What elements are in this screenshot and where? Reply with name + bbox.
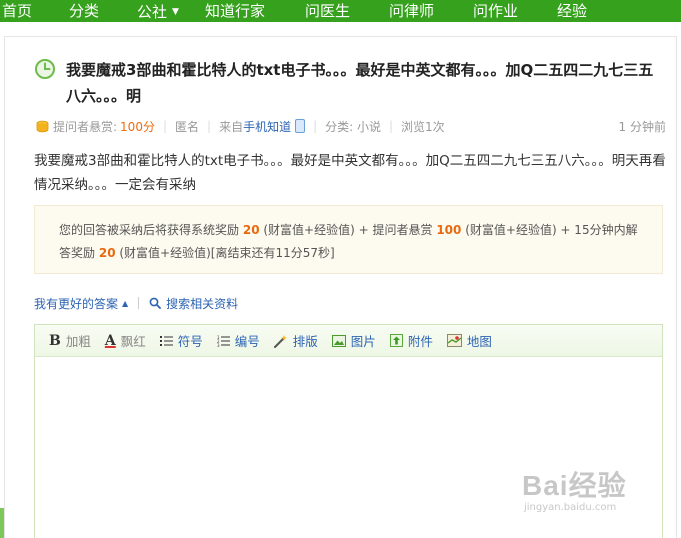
insert-image-button[interactable]: 图片 xyxy=(331,331,376,350)
attachment-button[interactable]: 附件 xyxy=(389,331,433,350)
nav-item-doctor[interactable]: 问医生 xyxy=(305,0,350,22)
divider xyxy=(138,297,140,309)
reward-text: (财富值+经验值) + 提问者悬赏 xyxy=(263,223,433,237)
nav-item-homework[interactable]: 问作业 xyxy=(473,0,518,22)
layout-label: 排版 xyxy=(292,334,318,349)
highlight-red-button[interactable]: A 飘红 xyxy=(105,331,146,350)
image-icon xyxy=(331,334,346,347)
watermark-logo: Bai经验 xyxy=(522,470,627,501)
top-nav: 首页 分类 公社 ▼ 知道行家 问医生 问律师 问作业 经验 xyxy=(0,0,681,22)
insert-image-label: 图片 xyxy=(350,334,376,349)
nav-label: 知道行家 xyxy=(205,2,266,20)
better-answer-toggle[interactable]: 我有更好的答案 ▲ xyxy=(34,295,128,312)
category-label[interactable]: 分类: 小说 xyxy=(325,118,381,135)
from-label: 来自 xyxy=(219,119,244,134)
reward-countdown: (财富值+经验值)[离结束还有11分57秒] xyxy=(119,246,335,260)
nav-item-experience[interactable]: 经验 xyxy=(557,0,587,22)
coin-icon xyxy=(36,120,49,132)
reward-label: 提问者悬赏: xyxy=(53,119,118,134)
chevron-down-icon: ▼ xyxy=(172,7,179,17)
anonymous-label: 匿名 xyxy=(175,119,200,134)
nav-item-experts[interactable]: 知道行家 xyxy=(205,0,265,22)
divider: | xyxy=(313,119,318,133)
nav-label: 问作业 xyxy=(473,2,519,20)
attachment-label: 附件 xyxy=(407,334,433,349)
reward-info-box: 您的回答被采纳后将获得系统奖励 20 (财富值+经验值) + 提问者悬赏 100… xyxy=(34,205,663,274)
reward-asker-value: 100 xyxy=(436,223,462,237)
numbered-list-button[interactable]: 123 编号 xyxy=(217,331,260,350)
reward-system-value: 20 xyxy=(242,223,260,237)
question-title: 我要魔戒3部曲和霍比特人的txt电子书。。。最好是中英文都有。。。加Q二五四二九… xyxy=(66,61,654,105)
bullet-list-icon xyxy=(159,335,173,347)
editor-toolbar: B 加粗 A 飘红 符号 123 编号 排版 图片 附件 地图 xyxy=(35,325,662,357)
post-time: 1 分钟前 xyxy=(618,119,666,134)
nav-label: 问医生 xyxy=(305,2,351,20)
search-related-link[interactable]: 搜索相关资料 xyxy=(149,295,238,312)
nav-label: 分类 xyxy=(69,2,100,20)
nav-label: 首页 xyxy=(2,2,33,20)
mobile-zhidao-link[interactable]: 手机知道 xyxy=(243,118,291,135)
nav-label: 公社 xyxy=(137,2,168,21)
bullet-list-button[interactable]: 符号 xyxy=(159,331,203,350)
highlight-red-label: 飘红 xyxy=(120,334,146,349)
bold-button[interactable]: B 加粗 xyxy=(49,331,91,350)
numbered-list-icon: 123 xyxy=(217,335,230,347)
baidu-jingyan-watermark: Bai经验 jingyan.baidu.com xyxy=(520,464,670,524)
numbered-list-label: 编号 xyxy=(234,334,260,349)
nav-label: 经验 xyxy=(557,2,588,20)
views-count: 浏览1次 xyxy=(401,119,445,134)
search-related-label: 搜索相关资料 xyxy=(166,296,239,311)
question-card: 我要魔戒3部曲和霍比特人的txt电子书。。。最好是中英文都有。。。加Q二五四二九… xyxy=(4,36,677,538)
nav-item-home[interactable]: 首页 xyxy=(2,0,32,22)
layout-button[interactable]: 排版 xyxy=(273,331,318,350)
watermark-url: jingyan.baidu.com xyxy=(524,502,617,513)
question-meta: 提问者悬赏: 100分 | 匿名 | 来自 手机知道 | 分类: 小说 | 浏览… xyxy=(36,117,666,135)
bold-label: 加粗 xyxy=(65,334,91,349)
svg-text:3: 3 xyxy=(217,343,220,347)
nav-item-category[interactable]: 分类 xyxy=(69,0,99,22)
insert-map-label: 地图 xyxy=(466,334,492,349)
map-icon xyxy=(446,334,462,347)
reward-text: 您的回答被采纳后将获得系统奖励 xyxy=(59,223,240,237)
nav-item-lawyer[interactable]: 问律师 xyxy=(389,0,434,22)
phone-icon xyxy=(295,119,306,133)
nav-item-commune[interactable]: 公社 ▼ xyxy=(137,0,179,23)
question-body: 我要魔戒3部曲和霍比特人的txt电子书。。。最好是中英文都有。。。加Q二五四二九… xyxy=(34,153,666,193)
caret-up-icon: ▲ xyxy=(122,298,129,308)
nav-label: 问律师 xyxy=(389,2,435,20)
bullet-list-label: 符号 xyxy=(177,334,203,349)
pending-question-clock-icon xyxy=(35,59,55,79)
upload-icon xyxy=(389,334,403,347)
magic-wand-icon xyxy=(273,334,288,348)
answer-tools: 我有更好的答案 ▲ 搜索相关资料 xyxy=(34,295,238,311)
better-answer-label: 我有更好的答案 xyxy=(34,296,119,311)
font-color-icon: A xyxy=(104,332,116,349)
divider: | xyxy=(162,119,167,133)
bold-icon: B xyxy=(49,332,61,349)
search-icon xyxy=(149,297,162,309)
reward-quick-answer-value: 20 xyxy=(98,246,116,260)
reward-value: 100分 xyxy=(120,119,155,134)
divider: | xyxy=(389,119,394,133)
insert-map-button[interactable]: 地图 xyxy=(446,331,492,350)
divider: | xyxy=(207,119,212,133)
